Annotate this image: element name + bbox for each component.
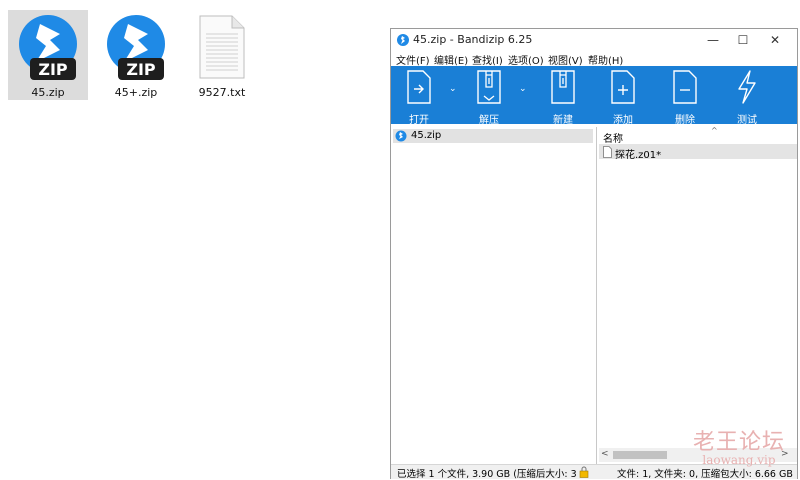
bandizip-archive-icon: [395, 130, 407, 142]
zip-badge-text: ZIP: [126, 60, 156, 79]
scrollbar-thumb[interactable]: [613, 451, 667, 459]
new-button[interactable]: 新建: [541, 66, 585, 126]
test-button[interactable]: 测试: [725, 66, 769, 126]
add-label: 添加: [613, 115, 633, 126]
lock-icon[interactable]: [579, 466, 589, 478]
file-name: 探花.z01*: [615, 150, 662, 161]
delete-button[interactable]: 删除: [663, 66, 707, 126]
delete-file-icon: [673, 70, 697, 104]
folder-tree-pane[interactable]: 45.zip: [391, 127, 597, 464]
menu-options[interactable]: 选项(O): [508, 52, 544, 67]
column-name-label: 名称: [603, 134, 623, 145]
menu-bar: 文件(F) 编辑(E) 查找(I) 选项(O) 视图(V) 帮助(H): [391, 51, 797, 67]
scroll-left-icon[interactable]: <: [601, 449, 609, 459]
desktop-icon-label: 45.zip: [31, 86, 65, 99]
open-button[interactable]: 打开: [397, 66, 441, 126]
extract-dropdown-icon[interactable]: ⌄: [519, 84, 527, 94]
archive-status: 文件: 1, 文件夹: 0, 压缩包大小: 6.66 GB: [617, 469, 793, 480]
new-archive-icon: [551, 70, 575, 104]
bandizip-window: 45.zip - Bandizip 6.25 — ☐ ✕ 文件(F) 编辑(E)…: [390, 28, 798, 480]
menu-find[interactable]: 查找(I): [472, 52, 503, 67]
tree-item-label: 45.zip: [411, 130, 442, 141]
sort-ascending-icon: ^: [711, 126, 718, 135]
selection-status: 已选择 1 个文件, 3.90 GB (压缩后大小: 3.9: [397, 469, 577, 480]
title-bar[interactable]: 45.zip - Bandizip 6.25 — ☐ ✕: [391, 29, 797, 51]
close-button[interactable]: ✕: [761, 31, 789, 49]
maximize-button[interactable]: ☐: [729, 31, 757, 49]
watermark-chinese: 老王论坛: [692, 430, 785, 455]
menu-file[interactable]: 文件(F): [396, 52, 430, 67]
desktop-icon-45plus-zip[interactable]: ZIP 45+.zip: [96, 10, 176, 100]
new-label: 新建: [553, 115, 573, 126]
open-label: 打开: [409, 115, 429, 126]
lightning-icon: [738, 70, 756, 104]
test-label: 测试: [737, 115, 757, 126]
open-dropdown-icon[interactable]: ⌄: [449, 84, 457, 94]
zip-badge-text: ZIP: [38, 60, 68, 79]
open-icon: [407, 70, 431, 104]
desktop-icon-label: 9527.txt: [198, 86, 246, 99]
add-button[interactable]: 添加: [601, 66, 645, 126]
desktop-icon-9527-txt[interactable]: 9527.txt: [182, 10, 262, 100]
extract-label: 解压: [479, 115, 499, 126]
desktop-icon-45-zip[interactable]: ZIP 45.zip: [8, 10, 88, 100]
extract-icon: [477, 70, 501, 104]
text-file-icon: [199, 15, 245, 79]
window-title: 45.zip - Bandizip 6.25: [413, 33, 533, 46]
minimize-button[interactable]: —: [699, 31, 727, 49]
toolbar: 打开 ⌄ 解压 ⌄ 新建 添加 删除 测试: [391, 66, 797, 126]
add-file-icon: [611, 70, 635, 104]
generic-file-icon: [603, 146, 612, 158]
menu-edit[interactable]: 编辑(E): [434, 52, 468, 67]
file-list-pane[interactable]: 名称 ^ 探花.z01* < >: [599, 126, 797, 464]
tree-item-archive[interactable]: 45.zip: [393, 129, 593, 143]
delete-label: 删除: [675, 115, 695, 126]
menu-view[interactable]: 视图(V): [548, 52, 583, 67]
column-header-name[interactable]: 名称 ^: [599, 126, 797, 145]
extract-button[interactable]: 解压: [467, 66, 511, 126]
file-row[interactable]: 探花.z01*: [599, 145, 797, 161]
forum-watermark: 老王论坛 laowang.vip: [684, 424, 794, 467]
bandizip-app-icon: [397, 34, 409, 46]
menu-help[interactable]: 帮助(H): [588, 52, 623, 67]
desktop-icon-label: 45+.zip: [114, 86, 158, 99]
